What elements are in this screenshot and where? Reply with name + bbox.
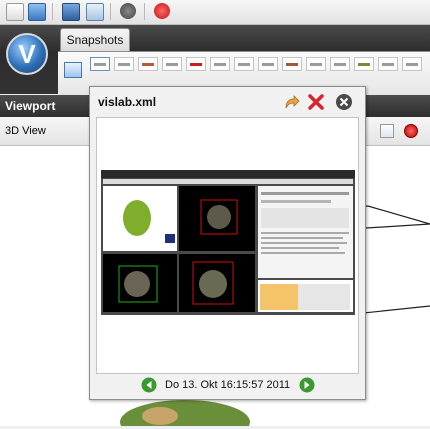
- view-settings-icon[interactable]: [380, 124, 394, 138]
- new-file-icon[interactable]: [6, 3, 24, 21]
- snapshot-thumbnail-strip: [90, 57, 430, 75]
- close-circle-icon[interactable]: [335, 93, 353, 111]
- snapshot-thumbnail[interactable]: [258, 57, 278, 71]
- viewport-title: Viewport: [5, 99, 56, 113]
- stop-icon[interactable]: [154, 3, 170, 19]
- edit-icon[interactable]: [86, 3, 104, 21]
- open-icon[interactable]: [28, 3, 46, 21]
- snapshot-title: vislab.xml: [98, 95, 157, 109]
- snapshot-thumbnail[interactable]: [138, 57, 158, 71]
- snapshot-thumbnail[interactable]: [402, 57, 422, 71]
- snapshot-image-graphic: [101, 170, 355, 312]
- cancel-icon[interactable]: [120, 3, 136, 19]
- snapshot-thumbnail[interactable]: [186, 57, 206, 71]
- snapshot-image: [101, 170, 355, 315]
- snapshot-thumbnail[interactable]: [306, 57, 326, 71]
- green-left-arrow-icon[interactable]: [141, 377, 157, 393]
- snapshot-thumbnail[interactable]: [210, 57, 230, 71]
- save-icon[interactable]: [62, 3, 80, 21]
- snapshot-thumbnail[interactable]: [90, 57, 110, 71]
- record-icon[interactable]: [404, 124, 418, 138]
- tab-snapshots[interactable]: Snapshots: [60, 28, 130, 51]
- quick-access-toolbar: [0, 0, 430, 25]
- toolbar-separator: [144, 3, 145, 20]
- snapshot-thumbnail[interactable]: [162, 57, 182, 71]
- monitor-icon[interactable]: [64, 62, 82, 78]
- view-label: 3D View: [5, 125, 46, 137]
- snapshot-thumbnail[interactable]: [234, 57, 254, 71]
- green-right-arrow-icon[interactable]: [299, 377, 315, 393]
- snapshot-preview-popup: vislab.xml Do 13. Okt 16:15:57 2011: [89, 86, 366, 400]
- snapshot-thumbnail[interactable]: [378, 57, 398, 71]
- app-logo[interactable]: V: [6, 33, 48, 75]
- snapshot-thumbnail[interactable]: [282, 57, 302, 71]
- toolbar-separator: [52, 3, 53, 20]
- volume-render-detail: [142, 407, 178, 425]
- red-x-icon[interactable]: [307, 93, 325, 111]
- snapshot-preview-frame: [96, 117, 359, 374]
- toolbar-separator: [110, 3, 111, 20]
- snapshot-timestamp: Do 13. Okt 16:15:57 2011: [165, 379, 291, 391]
- share-arrow-icon[interactable]: [283, 93, 301, 111]
- volume-render: [120, 400, 250, 429]
- snapshot-thumbnail[interactable]: [114, 57, 134, 71]
- ribbon: V Snapshots: [0, 25, 430, 95]
- snapshot-thumbnail[interactable]: [330, 57, 350, 71]
- snapshot-thumbnail[interactable]: [354, 57, 374, 71]
